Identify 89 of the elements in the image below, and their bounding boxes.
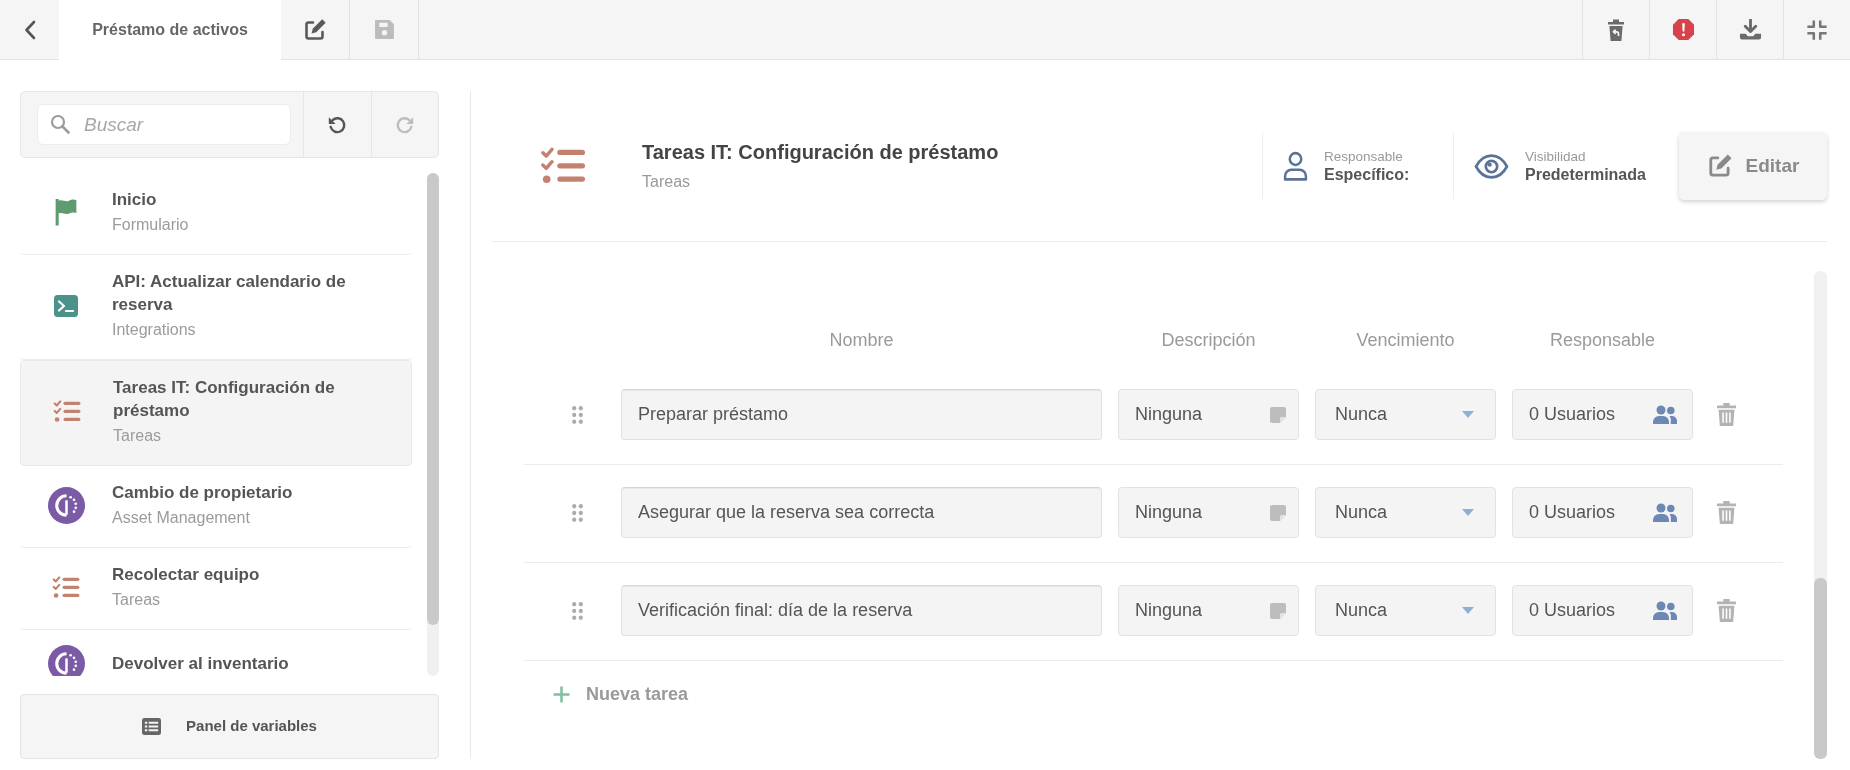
drag-handle[interactable] xyxy=(572,503,583,522)
circle-logo-icon xyxy=(47,645,85,676)
sidebar-item[interactable]: Tareas IT: Configuración de préstamo Tareas xyxy=(20,360,412,466)
caret-icon xyxy=(1462,509,1474,516)
restore-button[interactable] xyxy=(1582,0,1649,60)
trash-icon xyxy=(1717,599,1736,622)
compress-icon xyxy=(1806,18,1828,41)
due-dropdown[interactable]: Nunca xyxy=(1315,585,1496,636)
sidebar-item[interactable]: Inicio Formulario xyxy=(20,173,412,255)
item-title: Tareas IT: Configuración de préstamo xyxy=(113,377,336,422)
item-type: Tareas xyxy=(112,590,162,610)
list-icon xyxy=(142,718,162,735)
drag-handle[interactable] xyxy=(572,601,583,620)
delete-button[interactable] xyxy=(1717,403,1736,426)
task-name-field[interactable]: Asegurar que la reserva sea correcta xyxy=(621,487,1102,538)
plus-icon xyxy=(553,685,570,703)
due-dropdown[interactable]: Nunca xyxy=(1315,389,1496,440)
sidebar-item[interactable]: Recolectar equipo Tareas xyxy=(20,548,412,630)
item-title: Devolver al inventario xyxy=(112,653,289,675)
edit-button[interactable] xyxy=(281,0,350,60)
column-header: Nombre xyxy=(828,329,895,352)
chevron-left-icon xyxy=(23,19,36,40)
alert-button[interactable] xyxy=(1649,0,1716,60)
task-type: Tareas xyxy=(642,172,692,192)
item-title: Cambio de propietario xyxy=(112,482,293,504)
item-title: API: Actualizar calendario de reserva xyxy=(112,271,347,316)
trash-icon xyxy=(1717,403,1736,426)
caret-icon xyxy=(1462,411,1474,418)
eye-icon xyxy=(1474,153,1509,179)
meta-value: Específico: xyxy=(1324,164,1410,185)
edit-icon xyxy=(1706,153,1733,179)
checklist-icon xyxy=(53,400,81,423)
trash-icon xyxy=(1717,501,1736,524)
circle-logo-icon xyxy=(47,486,85,524)
note-icon xyxy=(1270,602,1286,619)
caret-icon xyxy=(1462,607,1474,614)
user-icon xyxy=(1283,151,1308,181)
flag-icon xyxy=(54,198,78,226)
download-button[interactable] xyxy=(1716,0,1783,60)
task-name-field[interactable]: Preparar préstamo xyxy=(621,389,1102,440)
sidebar-item[interactable]: Cambio de propietario Asset Management xyxy=(20,466,412,548)
task-title: Tareas IT: Configuración de préstamo xyxy=(642,140,1000,165)
undo-icon xyxy=(327,114,348,135)
document-tab[interactable]: Préstamo de activos xyxy=(59,0,281,60)
assignee-picker[interactable]: 0 Usuarios xyxy=(1512,389,1693,440)
drag-handle-icon xyxy=(572,601,583,620)
trash-restore-icon xyxy=(1607,18,1625,41)
description-field[interactable]: Ninguna xyxy=(1118,585,1299,636)
edit-icon xyxy=(303,17,327,42)
item-type: Integrations xyxy=(112,320,197,340)
column-header: Descripción xyxy=(1160,329,1257,352)
search-icon xyxy=(50,114,70,134)
search-field[interactable]: Buscar xyxy=(37,104,291,145)
assignee-picker[interactable]: 0 Usuarios xyxy=(1512,585,1693,636)
redo-icon xyxy=(394,114,415,135)
item-type: Tareas xyxy=(113,426,163,446)
checklist-icon xyxy=(52,575,80,599)
checklist-icon xyxy=(540,147,586,185)
note-icon xyxy=(1270,504,1286,521)
column-header: Vencimiento xyxy=(1355,329,1456,352)
meta-value: Predeterminada xyxy=(1525,164,1646,185)
item-title: Recolectar equipo xyxy=(112,564,260,586)
item-title: Inicio xyxy=(112,189,158,211)
due-dropdown[interactable]: Nunca xyxy=(1315,487,1496,538)
delete-button[interactable] xyxy=(1717,599,1736,622)
drag-handle-icon xyxy=(572,503,583,522)
item-type: Asset Management xyxy=(112,508,251,528)
users-icon xyxy=(1652,404,1678,425)
terminal-icon xyxy=(54,294,78,317)
description-field[interactable]: Ninguna xyxy=(1118,487,1299,538)
save-icon xyxy=(373,19,395,40)
users-icon xyxy=(1652,502,1678,523)
meta-label: Visibilidad xyxy=(1525,147,1587,165)
task-name-field[interactable]: Verificación final: día de la reserva xyxy=(621,585,1102,636)
drag-handle-icon xyxy=(572,405,583,424)
description-field[interactable]: Ninguna xyxy=(1118,389,1299,440)
assignee-picker[interactable]: 0 Usuarios xyxy=(1512,487,1693,538)
users-icon xyxy=(1652,600,1678,621)
item-type: Formulario xyxy=(112,215,189,235)
note-icon xyxy=(1270,406,1286,423)
variables-panel-button[interactable]: Panel de variables xyxy=(20,694,439,759)
column-header: Responsable xyxy=(1548,329,1657,352)
collapse-button[interactable] xyxy=(1783,0,1850,60)
download-icon xyxy=(1738,19,1762,40)
delete-button[interactable] xyxy=(1717,501,1736,524)
alert-icon xyxy=(1671,18,1695,41)
scrollbar-thumb[interactable] xyxy=(1814,578,1827,759)
drag-handle[interactable] xyxy=(572,405,583,424)
meta-label: Responsable xyxy=(1324,147,1404,165)
